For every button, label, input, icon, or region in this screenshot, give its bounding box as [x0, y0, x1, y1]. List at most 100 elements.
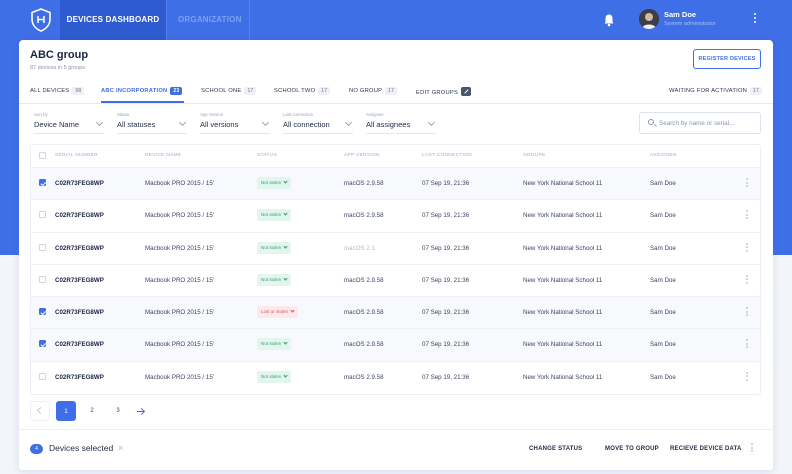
- tab-all-devices[interactable]: ALL DEVICES 98: [30, 87, 85, 95]
- row-checkbox[interactable]: [39, 179, 46, 186]
- tabs-divider: [19, 103, 773, 104]
- tab-school-two[interactable]: SCHOOL TWO 17: [274, 87, 331, 95]
- table-row[interactable]: C02R73FEG8WP Macbook PRO 2015 / 15' Not st…: [31, 362, 760, 394]
- user-name[interactable]: Sam Doe: [664, 10, 696, 19]
- kebab-icon[interactable]: [745, 242, 749, 255]
- select-all-checkbox[interactable]: [39, 152, 46, 159]
- serial-number[interactable]: C02R73FEG8WP: [55, 341, 104, 348]
- column-header[interactable]: SERIAL NUMBER: [55, 153, 98, 158]
- search-input[interactable]: [659, 116, 757, 130]
- devices-card: ABC group 87 devices in 5 groups REGISTE…: [19, 40, 773, 470]
- status-label: Not stolen: [261, 276, 282, 282]
- column-header[interactable]: DEVICE NAME: [145, 153, 181, 158]
- kebab-icon[interactable]: [752, 12, 758, 28]
- column-header[interactable]: GROUPE: [523, 153, 546, 158]
- column-header[interactable]: APP VERSION: [344, 153, 380, 158]
- page-subtitle: 87 devices in 5 groups: [30, 65, 86, 71]
- selected-devices-label: Devices selected: [49, 443, 114, 453]
- filter-status[interactable]: Status All statuses: [117, 112, 187, 134]
- kebab-icon[interactable]: [745, 339, 749, 351]
- page-button-3[interactable]: 3: [108, 401, 128, 421]
- receive-device-data-button[interactable]: RECIEVE DEVICE DATA: [670, 446, 742, 452]
- tab-edit-groups[interactable]: EDIT GROUPS: [416, 87, 472, 96]
- shield-logo-icon[interactable]: [30, 8, 52, 32]
- filter-sort-by[interactable]: Sort by Device Name: [34, 112, 104, 134]
- register-devices-button[interactable]: REGISTER DEVICES: [693, 49, 761, 69]
- search-box[interactable]: [639, 112, 761, 134]
- filter-label: Status: [117, 112, 130, 117]
- serial-number[interactable]: C02R73FEG8WP: [55, 212, 104, 219]
- close-icon[interactable]: ×: [118, 443, 123, 453]
- app-version: macOS 2.9.58: [344, 341, 384, 349]
- filter-value: All assignees: [366, 120, 411, 129]
- table-row[interactable]: C02R73FEG8WP Macbook PRO 2015 / 15' Not st…: [31, 168, 760, 201]
- row-checkbox[interactable]: [39, 243, 46, 251]
- group-name: New York National School 11: [523, 373, 603, 381]
- nav-devices-dashboard[interactable]: DEVICES DASHBOARD: [60, 0, 166, 40]
- device-name: Macbook PRO 2015 / 15': [145, 180, 214, 187]
- page-button-1[interactable]: 1: [56, 401, 76, 421]
- status-badge[interactable]: Not stolen: [257, 338, 292, 351]
- status-badge[interactable]: Not stolen: [257, 209, 292, 222]
- change-status-button[interactable]: CHANGE STATUS: [529, 446, 582, 452]
- tab-waiting-for-activation[interactable]: WAITING FOR ACTIVATION 17: [669, 87, 763, 95]
- status-label: Not stolen: [261, 180, 282, 185]
- last-connection: 07 Sep 19, 21:36: [422, 180, 470, 187]
- serial-number[interactable]: C02R73FEG8WP: [55, 309, 104, 316]
- status-badge[interactable]: Lost or stolen: [257, 306, 299, 319]
- table-row[interactable]: C02R73FEG8WP Macbook PRO 2015 / 15' Not st…: [31, 200, 760, 233]
- chevron-down-icon: [344, 118, 353, 127]
- tab-no-group[interactable]: NO GROUP 17: [349, 87, 398, 95]
- filter-assignee[interactable]: Assignee All assignees: [366, 112, 436, 134]
- last-connection: 07 Sep 19, 21:36: [422, 373, 470, 381]
- status-badge[interactable]: Not stolen: [257, 273, 292, 286]
- serial-number[interactable]: C02R73FEG8WP: [55, 180, 104, 187]
- table-row[interactable]: C02R73FEG8WP Macbook PRO 2015 / 15' Not st…: [31, 233, 760, 265]
- serial-number[interactable]: C02R73FEG8WP: [55, 277, 104, 284]
- nav-organization[interactable]: ORGANIZATION: [178, 0, 242, 40]
- tab-abc-incorporation[interactable]: ABC INCORPORATION 23: [101, 87, 183, 95]
- status-badge[interactable]: Not stolen: [257, 177, 292, 189]
- column-header[interactable]: LAST CONNECTION: [422, 153, 472, 158]
- table-row[interactable]: C02R73FEG8WP Macbook PRO 2015 / 15' Not st…: [31, 329, 760, 362]
- group-name: New York National School 11: [523, 180, 603, 187]
- row-checkbox[interactable]: [39, 340, 46, 348]
- status-badge[interactable]: Not stolen: [257, 370, 292, 383]
- group-name: New York National School 11: [523, 341, 603, 349]
- kebab-icon[interactable]: [750, 443, 754, 455]
- prev-page-button[interactable]: [30, 401, 50, 421]
- serial-number[interactable]: C02R73FEG8WP: [55, 245, 104, 252]
- kebab-icon[interactable]: [745, 274, 749, 287]
- row-checkbox[interactable]: [39, 308, 46, 316]
- table-row[interactable]: C02R73FEG8WP Macbook PRO 2015 / 15' Lost o…: [31, 297, 760, 330]
- next-page-button[interactable]: [131, 401, 151, 421]
- tab-count: 23: [170, 87, 183, 95]
- kebab-icon[interactable]: [745, 307, 749, 319]
- status-label: Not stolen: [261, 373, 282, 379]
- app-version: macOS 2.9.58: [344, 212, 384, 220]
- row-checkbox[interactable]: [39, 372, 46, 380]
- device-name: Macbook PRO 2015 / 15': [145, 309, 214, 317]
- avatar[interactable]: [639, 9, 659, 29]
- last-connection: 07 Sep 19, 21:36: [422, 212, 470, 220]
- row-checkbox[interactable]: [39, 275, 46, 283]
- table-row[interactable]: C02R73FEG8WP Macbook PRO 2015 / 15' Not st…: [31, 265, 760, 298]
- kebab-icon[interactable]: [745, 371, 749, 384]
- column-header[interactable]: STATUS: [257, 153, 277, 158]
- page-button-2[interactable]: 2: [82, 401, 102, 421]
- kebab-icon[interactable]: [745, 210, 749, 222]
- tab-label: ALL DEVICES: [30, 88, 70, 94]
- tab-label: EDIT GROUPS: [416, 90, 459, 96]
- column-header[interactable]: ASSIGNEE: [650, 153, 677, 158]
- status-badge[interactable]: Not stolen: [257, 241, 292, 254]
- tab-label: ABC INCORPORATION: [101, 88, 168, 94]
- tab-school-one[interactable]: SCHOOL ONE 17: [201, 87, 257, 95]
- move-to-group-button[interactable]: MOVE TO GROUP: [605, 446, 659, 452]
- user-role: System administrator: [664, 21, 716, 27]
- row-checkbox[interactable]: [39, 211, 46, 219]
- serial-number[interactable]: C02R73FEG8WP: [55, 374, 104, 381]
- filter-app-version[interactable]: App Version All versions: [200, 112, 270, 134]
- kebab-icon[interactable]: [745, 178, 749, 190]
- bell-icon[interactable]: [603, 13, 615, 27]
- filter-last-connection[interactable]: Last connection All connection: [283, 112, 353, 134]
